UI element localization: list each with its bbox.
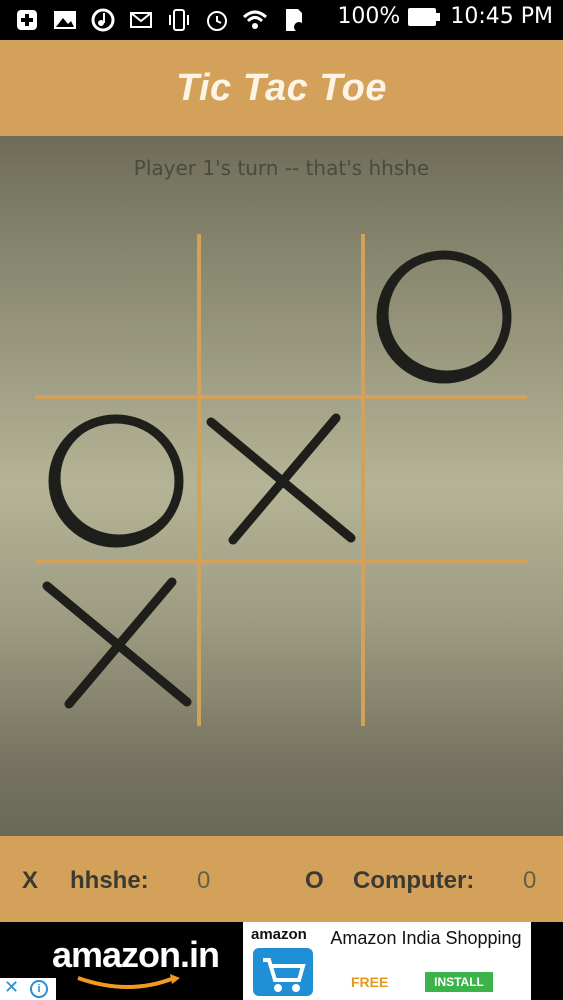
player2-symbol: O [305, 867, 324, 894]
board-cell[interactable] [365, 236, 525, 396]
player1-score: 0 [197, 867, 211, 894]
game-board [35, 234, 527, 726]
ad-info-panel[interactable]: Amazon India Shopping FREE INSTALL [321, 922, 531, 1000]
ad-app-icon[interactable]: amazon [243, 922, 321, 1000]
board-cell[interactable] [201, 236, 361, 396]
battery-icon [408, 7, 441, 26]
mail-icon [130, 12, 152, 28]
notification-icons [14, 7, 306, 33]
player2-score: 0 [523, 867, 537, 894]
install-button[interactable]: INSTALL [425, 972, 493, 992]
music-icon [91, 8, 115, 32]
amazon-smile-icon [77, 974, 180, 989]
shopping-cart-icon [253, 948, 313, 996]
game-area: Player 1's turn -- that's hhshe [0, 136, 563, 836]
player1-name: hhshe: [70, 867, 149, 894]
board-cell[interactable] [365, 564, 525, 724]
clock: 10:45 PM [450, 4, 553, 29]
board-cell[interactable] [37, 564, 197, 724]
app-title: Tic Tac Toe [175, 66, 388, 109]
ad-choices[interactable]: ✕ i [0, 977, 56, 1000]
image-icon [54, 11, 76, 29]
player1-symbol: X [22, 867, 39, 894]
battery-percent: 100% [337, 4, 401, 29]
board-cell[interactable] [365, 400, 525, 560]
board-cell[interactable] [37, 400, 197, 560]
ad-banner[interactable]: amazon.in amazon Amazon India Shopping F… [0, 922, 563, 1000]
ad-brand-panel[interactable]: amazon.in [32, 922, 242, 1000]
score-bar: X hhshe: 0 O Computer: 0 [0, 836, 563, 922]
wifi-icon [242, 10, 268, 29]
board-cell[interactable] [37, 236, 197, 396]
close-icon[interactable]: ✕ [4, 977, 19, 998]
vibrate-icon [169, 9, 189, 31]
ad-icon-label: amazon [251, 926, 307, 943]
info-icon[interactable]: i [30, 980, 48, 998]
board-cell[interactable] [201, 564, 361, 724]
ad-brand-logo: amazon.in [52, 934, 220, 975]
player2-name: Computer: [353, 867, 475, 894]
ad-price: FREE [351, 974, 389, 990]
alarm-icon [207, 11, 227, 31]
app-bar: Tic Tac Toe [0, 40, 563, 136]
sim-icon [286, 9, 304, 32]
ad-app-name: Amazon India Shopping [330, 928, 522, 948]
board-cell[interactable] [201, 400, 361, 560]
add-icon [17, 10, 37, 30]
status-bar: 100% 10:45 PM [0, 0, 563, 40]
